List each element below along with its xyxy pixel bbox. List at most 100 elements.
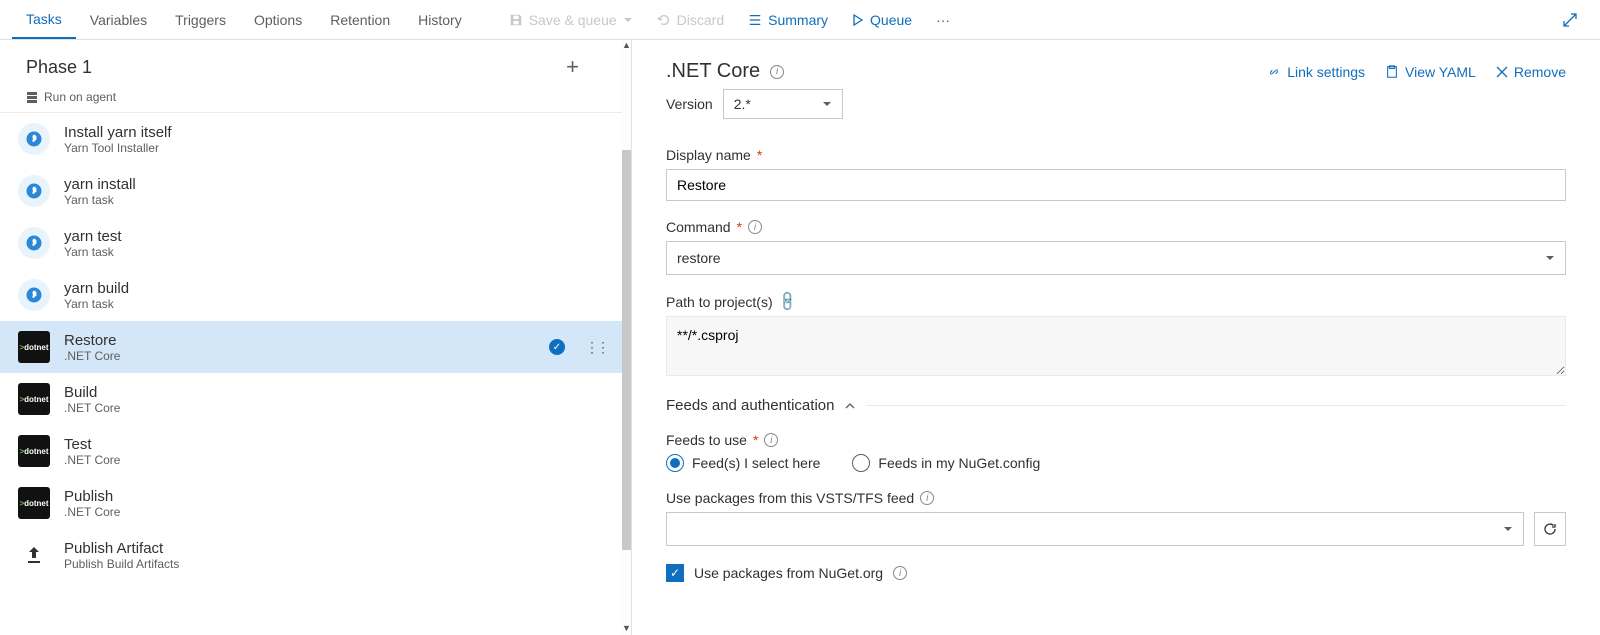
chevron-up-icon	[844, 400, 856, 412]
task-row-publish[interactable]: >dotnetPublish.NET Core	[0, 477, 631, 529]
command-label: Command* i	[666, 219, 1566, 235]
dotnet-icon: >dotnet	[18, 435, 50, 467]
vsts-feed-label: Use packages from this VSTS/TFS feed i	[666, 490, 1566, 506]
phase-subtitle: Run on agent	[0, 90, 631, 104]
discard-button[interactable]: Discard	[645, 12, 736, 28]
task-row-install-yarn-itself[interactable]: Install yarn itselfYarn Tool Installer	[0, 113, 631, 165]
task-row-build[interactable]: >dotnetBuild.NET Core	[0, 373, 631, 425]
tab-triggers[interactable]: Triggers	[161, 0, 240, 39]
info-icon[interactable]: i	[764, 433, 778, 447]
feeds-section-label: Feeds and authentication	[666, 397, 834, 414]
radio-feed-select-here[interactable]: Feed(s) I select here	[666, 454, 820, 472]
task-row-yarn-test[interactable]: yarn testYarn task	[0, 217, 631, 269]
yarn-icon	[18, 279, 50, 311]
command-select[interactable]: restore	[666, 241, 1566, 275]
task-name-label: Install yarn itself	[64, 124, 172, 141]
more-button[interactable]: ···	[924, 12, 962, 28]
nuget-org-checkbox[interactable]: ✓	[666, 564, 684, 582]
clipboard-icon	[1385, 65, 1399, 79]
list-icon	[748, 13, 762, 27]
link-icon[interactable]: 🔗	[775, 289, 799, 313]
task-row-yarn-install[interactable]: yarn installYarn task	[0, 165, 631, 217]
link-settings-button[interactable]: Link settings	[1267, 64, 1365, 80]
upload-icon	[18, 539, 50, 571]
nuget-org-label: Use packages from NuGet.org	[694, 565, 883, 581]
version-select[interactable]: 2.*	[723, 89, 843, 119]
expand-button[interactable]	[1552, 12, 1588, 28]
task-sub-label: .NET Core	[64, 349, 120, 363]
info-icon[interactable]: i	[748, 220, 762, 234]
remove-button[interactable]: Remove	[1496, 64, 1566, 80]
close-icon	[1496, 66, 1508, 78]
display-name-label: Display name*	[666, 147, 1566, 163]
version-value: 2.*	[734, 96, 751, 112]
discard-label: Discard	[677, 12, 724, 28]
task-name-label: Restore	[64, 332, 120, 349]
scroll-down-arrow[interactable]: ▼	[622, 623, 631, 635]
radio-nugetconfig[interactable]: Feeds in my NuGet.config	[852, 454, 1040, 472]
dotnet-icon: >dotnet	[18, 331, 50, 363]
panel-title: .NET Core i	[666, 60, 784, 83]
task-row-restore[interactable]: >dotnet Restore.NET Core ✓ ⋮⋮	[0, 321, 631, 373]
info-icon[interactable]: i	[770, 65, 784, 79]
tab-history[interactable]: History	[404, 0, 476, 39]
panel-title-text: .NET Core	[666, 60, 760, 83]
save-queue-button[interactable]: Save & queue	[497, 12, 645, 28]
view-yaml-label: View YAML	[1405, 64, 1476, 80]
tab-tasks[interactable]: Tasks	[12, 0, 76, 39]
scroll-up-arrow[interactable]: ▲	[622, 40, 631, 52]
tab-options[interactable]: Options	[240, 0, 316, 39]
yarn-icon	[18, 123, 50, 155]
yarn-icon	[18, 227, 50, 259]
link-settings-label: Link settings	[1287, 64, 1365, 80]
path-input[interactable]	[666, 316, 1566, 376]
summary-label: Summary	[768, 12, 828, 28]
task-name-label: yarn build	[64, 280, 129, 297]
info-icon[interactable]: i	[893, 566, 907, 580]
chevron-down-icon	[822, 99, 832, 109]
task-sub-label: .NET Core	[64, 505, 120, 519]
view-yaml-button[interactable]: View YAML	[1385, 64, 1476, 80]
radio-checked-icon	[666, 454, 684, 472]
phase-subtitle-label: Run on agent	[44, 90, 116, 104]
radio-feed-select-label: Feed(s) I select here	[692, 455, 820, 471]
task-name-label: Publish Artifact	[64, 540, 179, 557]
chevron-down-icon	[623, 15, 633, 25]
expand-icon	[1562, 12, 1578, 28]
task-sub-label: Publish Build Artifacts	[64, 557, 179, 571]
display-name-input[interactable]	[666, 169, 1566, 201]
tab-retention[interactable]: Retention	[316, 0, 404, 39]
phase-title[interactable]: Phase 1	[26, 57, 92, 78]
task-sub-label: Yarn task	[64, 297, 129, 311]
check-icon: ✓	[549, 339, 565, 355]
scrollbar[interactable]: ▲ ▼	[622, 40, 631, 635]
chevron-down-icon	[1503, 524, 1513, 534]
radio-unchecked-icon	[852, 454, 870, 472]
play-icon	[852, 14, 864, 26]
task-sub-label: Yarn Tool Installer	[64, 141, 172, 155]
link-icon	[1267, 65, 1281, 79]
task-name-label: Publish	[64, 488, 120, 505]
vsts-feed-select[interactable]	[666, 512, 1524, 546]
info-icon[interactable]: i	[920, 491, 934, 505]
feeds-section-header[interactable]: Feeds and authentication	[666, 397, 1566, 414]
drag-handle-icon[interactable]: ⋮⋮	[579, 339, 613, 356]
queue-button[interactable]: Queue	[840, 12, 924, 28]
task-row-yarn-build[interactable]: yarn buildYarn task	[0, 269, 631, 321]
feeds-to-use-label: Feeds to use* i	[666, 432, 1566, 448]
task-name-label: yarn install	[64, 176, 136, 193]
agent-pool-icon	[26, 91, 38, 103]
save-queue-label: Save & queue	[529, 12, 617, 28]
task-row-test[interactable]: >dotnetTest.NET Core	[0, 425, 631, 477]
add-task-button[interactable]: +	[566, 54, 609, 80]
summary-button[interactable]: Summary	[736, 12, 840, 28]
refresh-button[interactable]	[1534, 512, 1566, 546]
tab-variables[interactable]: Variables	[76, 0, 161, 39]
task-name-label: Build	[64, 384, 120, 401]
task-row-publish-artifact[interactable]: Publish ArtifactPublish Build Artifacts	[0, 529, 631, 581]
pivot-tabs: Tasks Variables Triggers Options Retenti…	[12, 0, 476, 39]
queue-label: Queue	[870, 12, 912, 28]
scroll-thumb[interactable]	[622, 150, 631, 550]
task-name-label: Test	[64, 436, 120, 453]
dotnet-icon: >dotnet	[18, 383, 50, 415]
